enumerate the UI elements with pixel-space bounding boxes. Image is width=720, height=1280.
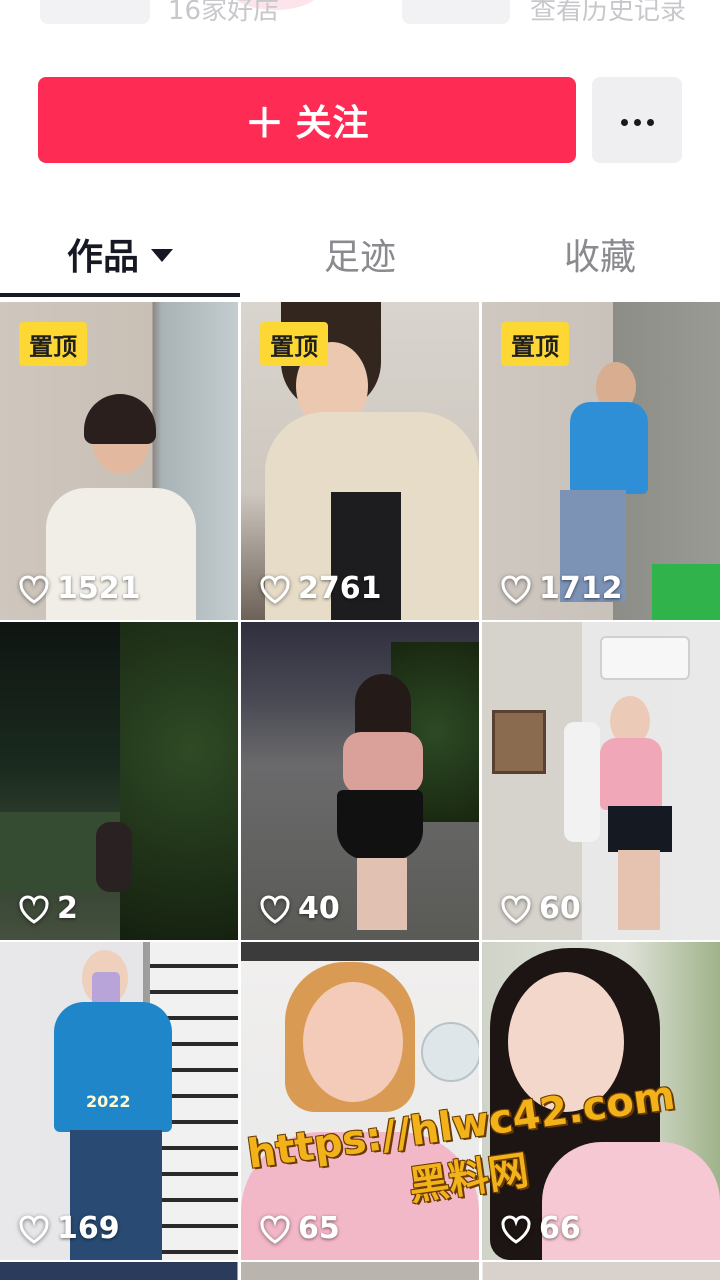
- history-thumbnail: [402, 0, 510, 24]
- follow-button[interactable]: ＋ 关注: [38, 77, 576, 163]
- tab-footprints[interactable]: 足迹: [240, 228, 480, 280]
- tab-favorites-label: 收藏: [563, 237, 636, 278]
- follow-label: 关注: [295, 103, 370, 144]
- profile-tabs: 作品 足迹 收藏: [0, 200, 720, 300]
- tab-works[interactable]: 作品: [0, 228, 240, 280]
- video-card[interactable]: 66: [482, 942, 720, 1260]
- like-count: 1521: [17, 571, 141, 606]
- plus-icon: ＋: [244, 101, 286, 147]
- like-count: 2761: [258, 571, 382, 606]
- more-dots-icon: [618, 111, 657, 130]
- tab-footprints-label: 足迹: [323, 237, 396, 278]
- caret-down-icon[interactable]: [151, 248, 173, 262]
- like-count: 65: [258, 1211, 340, 1246]
- heart-icon: [19, 1215, 49, 1244]
- heart-icon: [19, 575, 49, 604]
- heart-icon: [19, 895, 49, 924]
- like-count: 2: [17, 891, 78, 926]
- tab-works-label: 作品: [66, 237, 139, 278]
- like-count-text: 1712: [539, 571, 623, 606]
- heart-icon: [501, 1215, 531, 1244]
- pinned-badge: 置顶: [501, 322, 569, 366]
- like-count-text: 169: [57, 1211, 120, 1246]
- video-card[interactable]: 置顶 2761: [241, 302, 479, 620]
- like-count-text: 2761: [298, 571, 382, 606]
- like-count: 40: [258, 891, 340, 926]
- like-count: 1712: [499, 571, 623, 606]
- video-card[interactable]: 60: [482, 622, 720, 940]
- more-button[interactable]: [592, 77, 682, 163]
- video-grid: 置顶 1521 置顶 2761 置顶 1712 2 40 60 2022 169…: [0, 300, 720, 1280]
- photo-caption: 2022: [86, 1092, 131, 1111]
- like-count: 169: [17, 1211, 120, 1246]
- like-count-text: 60: [539, 891, 581, 926]
- shop-count-text[interactable]: 16家好店: [168, 0, 279, 27]
- active-tab-indicator: [0, 293, 240, 297]
- heart-icon: [260, 895, 290, 924]
- heart-icon: [260, 575, 290, 604]
- tab-favorites[interactable]: 收藏: [480, 228, 720, 280]
- pinned-badge: 置顶: [260, 322, 328, 366]
- shop-thumbnail: [40, 0, 150, 24]
- video-card[interactable]: 置顶 1712: [482, 302, 720, 620]
- heart-icon: [501, 895, 531, 924]
- heart-icon: [260, 1215, 290, 1244]
- video-card[interactable]: 置顶 1521: [0, 302, 238, 620]
- like-count: 60: [499, 891, 581, 926]
- pinned-badge: 置顶: [19, 322, 87, 366]
- next-row-peek: [0, 1262, 720, 1280]
- history-link[interactable]: 查看历史记录: [530, 0, 686, 27]
- like-count-text: 2: [57, 891, 78, 926]
- top-info-row: 16家好店 查看历史记录: [0, 0, 720, 30]
- video-card[interactable]: 40: [241, 622, 479, 940]
- like-count-text: 66: [539, 1211, 581, 1246]
- like-count-text: 1521: [57, 571, 141, 606]
- video-card[interactable]: 2: [0, 622, 238, 940]
- video-card[interactable]: 2022 169: [0, 942, 238, 1260]
- heart-icon: [501, 575, 531, 604]
- like-count-text: 40: [298, 891, 340, 926]
- like-count: 66: [499, 1211, 581, 1246]
- video-card[interactable]: 65: [241, 942, 479, 1260]
- like-count-text: 65: [298, 1211, 340, 1246]
